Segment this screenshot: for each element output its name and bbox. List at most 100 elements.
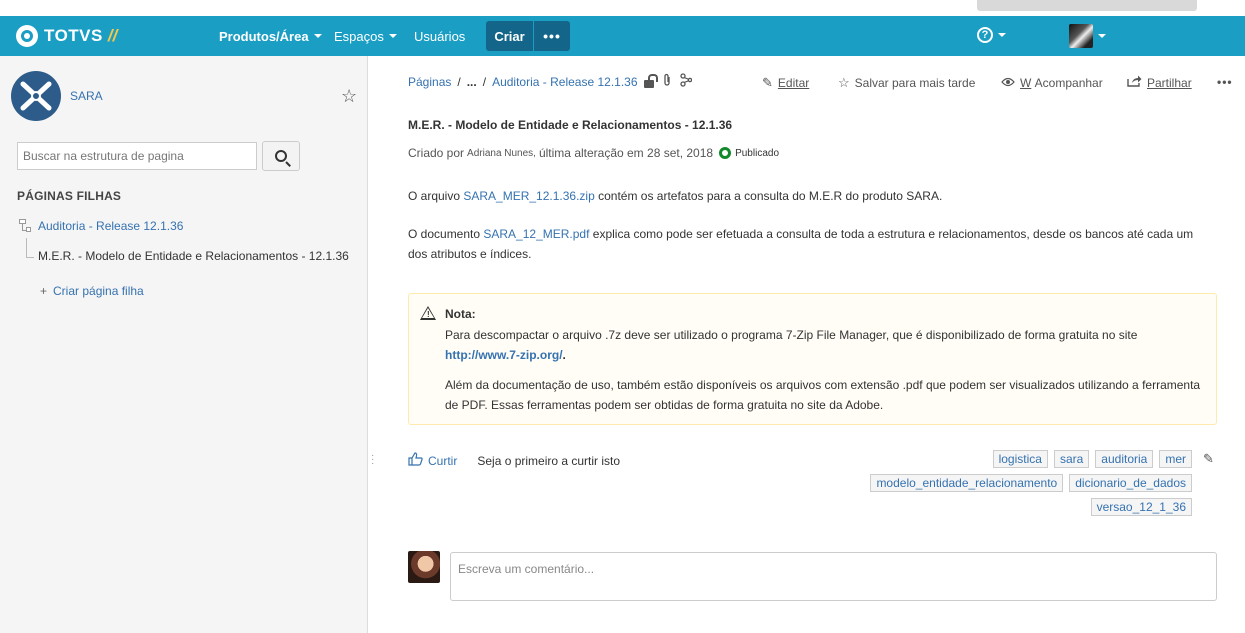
create-button[interactable]: Criar bbox=[486, 21, 533, 51]
main-content: Páginas / ... / Auditoria - Release 12.1… bbox=[368, 56, 1245, 633]
meta-modified[interactable]: última alteração em 28 set, 2018 bbox=[539, 146, 713, 160]
share-button[interactable]: Partilhar bbox=[1127, 75, 1192, 90]
note-line-1: Para descompactar o arquivo .7z deve ser… bbox=[445, 325, 1205, 365]
space-logo[interactable] bbox=[11, 71, 61, 121]
watch-prefix: W bbox=[1020, 75, 1032, 90]
plus-icon: + bbox=[40, 284, 48, 298]
breadcrumb-root[interactable]: Páginas bbox=[408, 75, 451, 89]
space-logo-icon bbox=[20, 81, 52, 111]
note-text: . bbox=[562, 348, 566, 362]
meta-created: Criado por bbox=[408, 146, 465, 160]
label-tag[interactable]: dicionario_de_dados bbox=[1069, 474, 1192, 492]
7zip-link[interactable]: http://www.7-zip.org/ bbox=[445, 348, 563, 362]
page-tree-icon[interactable] bbox=[680, 73, 693, 90]
tree-connector bbox=[26, 257, 34, 258]
label-tag[interactable]: mer bbox=[1159, 450, 1192, 468]
star-icon[interactable]: ☆ bbox=[341, 86, 357, 107]
save-for-later-button[interactable]: ☆ Salvar para mais tarde bbox=[838, 75, 975, 91]
page-status-icons bbox=[644, 73, 693, 90]
sidebar: SARA ☆ Buscar na estrutura de pagina PÁG… bbox=[0, 56, 368, 633]
paragraph-text: O documento bbox=[408, 227, 484, 241]
paragraph-text: O arquivo bbox=[408, 189, 464, 203]
space-name-link[interactable]: SARA bbox=[70, 89, 103, 103]
page-title: M.E.R. - Modelo de Entidade e Relacionam… bbox=[408, 118, 733, 132]
like-section: Curtir Seja o primeiro a curtir isto bbox=[408, 452, 620, 469]
tree-item-current[interactable]: M.E.R. - Modelo de Entidade e Relacionam… bbox=[38, 249, 349, 263]
label-tag[interactable]: logistica bbox=[992, 450, 1048, 468]
search-button[interactable] bbox=[262, 141, 300, 171]
breadcrumb-current[interactable]: Auditoria - Release 12.1.36 bbox=[492, 75, 637, 89]
breadcrumb-separator: / bbox=[457, 75, 461, 89]
watch-label: Acompanhar bbox=[1034, 75, 1103, 90]
note-panel: ! Nota: Para descompactar o arquivo .7z … bbox=[408, 293, 1217, 425]
add-child-page-link[interactable]: + Criar página filha bbox=[40, 284, 144, 298]
top-strip bbox=[0, 0, 1245, 16]
tree-connector bbox=[26, 238, 27, 258]
paragraph-archive: O arquivo SARA_MER_12.1.36.zip contém os… bbox=[408, 186, 1208, 206]
star-icon: ☆ bbox=[838, 75, 850, 90]
totvs-logo[interactable]: TOTVS // bbox=[16, 24, 117, 48]
eye-icon bbox=[1001, 75, 1015, 90]
pencil-icon: ✎ bbox=[762, 75, 773, 90]
attachment-icon[interactable] bbox=[662, 73, 672, 90]
chevron-down-icon bbox=[998, 33, 1006, 37]
browser-search-remnant bbox=[977, 0, 1197, 11]
edit-button[interactable]: ✎ Editar bbox=[762, 75, 809, 91]
breadcrumb-ellipsis[interactable]: ... bbox=[467, 75, 477, 89]
like-status-text: Seja o primeiro a curtir isto bbox=[477, 453, 621, 468]
zip-file-link[interactable]: SARA_MER_12.1.36.zip bbox=[463, 189, 594, 203]
user-menu[interactable] bbox=[1069, 24, 1106, 48]
label-tag[interactable]: sara bbox=[1053, 450, 1090, 468]
thumbs-up-icon[interactable] bbox=[408, 452, 423, 469]
create-more-button[interactable]: ••• bbox=[534, 21, 570, 51]
search-icon bbox=[275, 150, 287, 162]
breadcrumb: Páginas / ... / Auditoria - Release 12.1… bbox=[408, 75, 638, 89]
note-line-2: Além da documentação de uso, também estã… bbox=[445, 378, 1201, 412]
paragraph-document: O documento SARA_12_MER.pdf explica como… bbox=[408, 224, 1208, 264]
watch-button[interactable]: W Acompanhar bbox=[1001, 75, 1103, 90]
brand-slashes: // bbox=[107, 26, 118, 45]
add-child-page-label: Criar página filha bbox=[53, 284, 144, 298]
totvs-logo-icon bbox=[16, 25, 38, 47]
nav-espacos-label: Espaços bbox=[334, 28, 384, 44]
page-metadata: Criado por Adriana Nunes, última alteraç… bbox=[408, 146, 779, 160]
label-tag[interactable]: modelo_entidade_relacionamento bbox=[870, 474, 1064, 492]
nav-espacos[interactable]: Espaços bbox=[334, 16, 397, 56]
breadcrumb-separator: / bbox=[482, 75, 487, 89]
note-title: Nota: bbox=[445, 307, 476, 321]
like-button[interactable]: Curtir bbox=[428, 454, 457, 468]
help-menu[interactable]: ? bbox=[977, 27, 1006, 43]
nav-produtos[interactable]: Produtos/Área bbox=[219, 16, 322, 56]
tree-collapse-icon[interactable] bbox=[19, 219, 31, 233]
more-actions-button[interactable]: ••• bbox=[1217, 75, 1233, 89]
published-status: Publicado bbox=[735, 147, 779, 159]
pdf-file-link[interactable]: SARA_12_MER.pdf bbox=[483, 227, 589, 241]
label-tag[interactable]: versao_12_1_36 bbox=[1090, 498, 1192, 516]
user-avatar bbox=[1069, 24, 1093, 48]
commenter-avatar bbox=[408, 551, 440, 583]
unlock-icon[interactable] bbox=[644, 74, 658, 88]
page-tree-search-input[interactable]: Buscar na estrutura de pagina bbox=[17, 142, 257, 170]
edit-label: Editar bbox=[777, 76, 810, 90]
share-label: Partilhar bbox=[1147, 75, 1192, 90]
nav-produtos-label: Produtos/Área bbox=[219, 28, 309, 44]
chevron-down-icon bbox=[388, 34, 397, 38]
edit-labels-pencil-icon[interactable]: ✎ bbox=[1203, 451, 1214, 467]
create-group: Criar ••• bbox=[486, 21, 570, 51]
comment-input[interactable]: Escreva um comentário... bbox=[450, 552, 1217, 601]
top-header: TOTVS // Produtos/Área Espaços Usuários … bbox=[0, 16, 1245, 56]
brand-name: TOTVS bbox=[44, 26, 103, 45]
label-tag[interactable]: auditoria bbox=[1095, 450, 1154, 468]
warning-icon-mark: ! bbox=[427, 310, 430, 319]
author-link[interactable]: Adriana Nunes, bbox=[467, 148, 536, 159]
save-for-later-label: Salvar para mais tarde bbox=[854, 76, 976, 90]
paragraph-text: contém os artefatos para a consulta do M… bbox=[594, 189, 943, 203]
nav-usuarios[interactable]: Usuários bbox=[414, 16, 465, 56]
chevron-down-icon bbox=[313, 34, 322, 38]
chevron-down-icon bbox=[1098, 34, 1106, 38]
published-status-icon bbox=[719, 147, 732, 159]
share-icon bbox=[1127, 75, 1142, 90]
help-icon: ? bbox=[977, 27, 993, 43]
tree-item-auditoria[interactable]: Auditoria - Release 12.1.36 bbox=[38, 219, 183, 233]
labels-list: logistica sara auditoria mer modelo_enti… bbox=[852, 450, 1192, 516]
